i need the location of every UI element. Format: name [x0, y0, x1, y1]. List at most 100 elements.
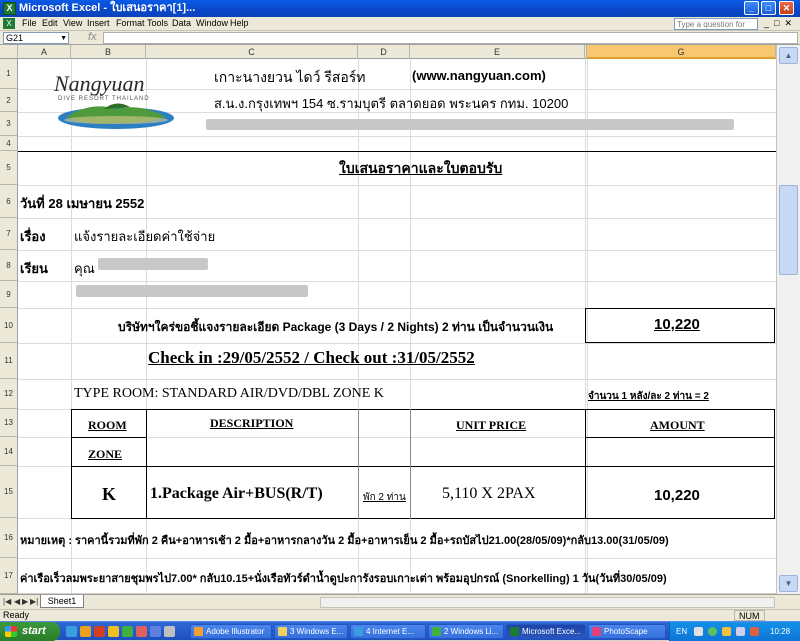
title-bar: X Microsoft Excel - ใบเสนอราคา[1]... _ □… — [0, 0, 800, 17]
select-all-corner[interactable] — [0, 45, 18, 59]
row-header-9[interactable]: 9 — [0, 281, 18, 308]
formula-input[interactable] — [103, 32, 798, 44]
help-search-input[interactable]: Type a question for help — [674, 18, 758, 40]
scroll-up-icon[interactable]: ▲ — [779, 47, 798, 64]
ie-icon — [354, 627, 363, 636]
row-header-11[interactable]: 11 — [0, 343, 18, 379]
quicklaunch-extra-icon[interactable] — [136, 626, 147, 637]
scroll-thumb[interactable] — [779, 185, 798, 275]
minimize-button[interactable]: _ — [744, 1, 759, 15]
tray-security-icon[interactable] — [722, 627, 731, 636]
quicklaunch-app-icon[interactable] — [108, 626, 119, 637]
logo-subtext: DIVE RESORT THAILAND — [58, 96, 150, 102]
quicklaunch-folder-icon[interactable] — [80, 626, 91, 637]
last-sheet-icon[interactable]: ▶| — [30, 597, 38, 606]
name-box[interactable]: G21 ▼ — [3, 32, 69, 44]
column-header-e[interactable]: E — [410, 45, 585, 59]
row-header-7[interactable]: 7 — [0, 218, 18, 250]
redacted-contact — [206, 119, 734, 130]
window-title: Microsoft Excel - ใบเสนอราคา[1]... — [19, 2, 196, 14]
formula-bar: G21 ▼ fx — [0, 31, 800, 45]
task-internet-explorer[interactable]: 4 Internet E... — [350, 624, 426, 639]
tray-keyboard-icon[interactable] — [694, 627, 703, 636]
sheet-tab-sheet1[interactable]: Sheet1 — [40, 595, 84, 608]
menu-insert[interactable]: Insert — [87, 18, 110, 28]
next-sheet-icon[interactable]: ▶ — [22, 597, 28, 606]
column-header-d[interactable]: D — [358, 45, 410, 59]
start-button[interactable]: start — [0, 622, 60, 641]
company-address: ส.น.ง.กรุงเทพฯ 154 ซ.รามบุตรี ตลาดยอด พร… — [214, 96, 569, 111]
scroll-down-icon[interactable]: ▼ — [779, 575, 798, 592]
task-excel[interactable]: Microsoft Exce... — [506, 624, 586, 639]
row-header-2[interactable]: 2 — [0, 89, 18, 112]
column-header-c[interactable]: C — [146, 45, 358, 59]
quicklaunch-msn-icon[interactable] — [122, 626, 133, 637]
task-windows-live[interactable]: 2 Windows Li... — [428, 624, 504, 639]
menu-view[interactable]: View — [63, 18, 82, 28]
document-window-controls[interactable]: _□✕ — [764, 18, 797, 29]
menu-help[interactable]: Help — [230, 18, 249, 28]
fx-icon[interactable]: fx — [88, 31, 97, 43]
language-indicator[interactable]: EN — [676, 622, 687, 641]
vertical-scrollbar[interactable]: ▲ ▼ — [776, 45, 800, 595]
quicklaunch-ie-icon[interactable] — [66, 626, 77, 637]
header-unit-price: UNIT PRICE — [456, 418, 527, 432]
total-amount: 10,220 — [654, 316, 700, 333]
windows-taskbar: start Adobe Illustrator 3 Windows E... 4… — [0, 621, 800, 641]
excel-app-icon: X — [3, 2, 16, 15]
spreadsheet-grid[interactable]: Nangyuan DIVE RESORT THAILAND เกาะนางยวน… — [18, 59, 776, 593]
task-illustrator[interactable]: Adobe Illustrator — [190, 624, 272, 639]
row-header-15[interactable]: 15 — [0, 466, 18, 518]
row-header-8[interactable]: 8 — [0, 250, 18, 281]
first-sheet-icon[interactable]: |◀ — [3, 597, 11, 606]
prev-sheet-icon[interactable]: ◀ — [14, 597, 20, 606]
row-header-3[interactable]: 3 — [0, 112, 18, 136]
recipient-label: เรียน — [20, 261, 48, 276]
row-header-14[interactable]: 14 — [0, 437, 18, 466]
row-header-17[interactable]: 17 — [0, 558, 18, 594]
company-website: (www.nangyuan.com) — [412, 68, 546, 83]
document-heading: ใบเสนอราคาและใบตอบรับ — [339, 160, 503, 176]
row-header-4[interactable]: 4 — [0, 136, 18, 151]
start-label: start — [22, 625, 46, 637]
tray-volume-icon[interactable] — [736, 627, 745, 636]
task-photoscape[interactable]: PhotoScape — [588, 624, 666, 639]
menu-window[interactable]: Window — [196, 18, 228, 28]
column-header-a[interactable]: A — [18, 45, 71, 59]
menu-file[interactable]: File — [22, 18, 37, 28]
quicklaunch-media-icon[interactable] — [94, 626, 105, 637]
maximize-button[interactable]: □ — [761, 1, 776, 15]
row-header-16[interactable]: 16 — [0, 518, 18, 558]
menu-format[interactable]: Format — [116, 18, 145, 28]
tray-network-icon[interactable] — [708, 627, 717, 636]
task-windows-explorer[interactable]: 3 Windows E... — [274, 624, 348, 639]
quicklaunch-more-icon[interactable] — [164, 626, 175, 637]
document-date: วันที่ 28 เมษายน 2552 — [20, 196, 145, 211]
row-header-6[interactable]: 6 — [0, 185, 18, 218]
quicklaunch-desktop-icon[interactable] — [150, 626, 161, 637]
row-header-1[interactable]: 1 — [0, 59, 18, 89]
menu-edit[interactable]: Edit — [42, 18, 58, 28]
package-intro: บริษัทฯใคร่ขอชี้แจงรายละเอียด Package (3… — [118, 320, 554, 334]
clock[interactable]: 10:28 — [770, 622, 790, 641]
row-header-12[interactable]: 12 — [0, 379, 18, 409]
column-header-g[interactable]: G — [587, 45, 776, 59]
menu-data[interactable]: Data — [172, 18, 191, 28]
row-header-5[interactable]: 5 — [0, 151, 18, 185]
menu-tools[interactable]: Tools — [147, 18, 168, 28]
menu-bar: X File Edit View Insert Format Tools Dat… — [0, 17, 800, 40]
chevron-down-icon[interactable]: ▼ — [60, 33, 67, 44]
messenger-icon — [432, 627, 441, 636]
close-button[interactable]: ✕ — [779, 1, 794, 15]
excel-icon — [510, 627, 519, 636]
sheet-tab-bar: |◀ ◀ ▶ ▶| Sheet1 — [0, 594, 800, 609]
row-header-10[interactable]: 10 — [0, 308, 18, 343]
row-header-13[interactable]: 13 — [0, 409, 18, 437]
workbook-icon[interactable]: X — [3, 18, 15, 29]
column-headers: A B C D E G — [0, 45, 800, 59]
column-header-b[interactable]: B — [71, 45, 146, 59]
horizontal-scrollbar[interactable] — [320, 597, 775, 608]
header-zone: ZONE — [88, 447, 123, 461]
logo-text: Nangyuan — [54, 71, 145, 96]
tray-app-icon[interactable] — [750, 627, 759, 636]
